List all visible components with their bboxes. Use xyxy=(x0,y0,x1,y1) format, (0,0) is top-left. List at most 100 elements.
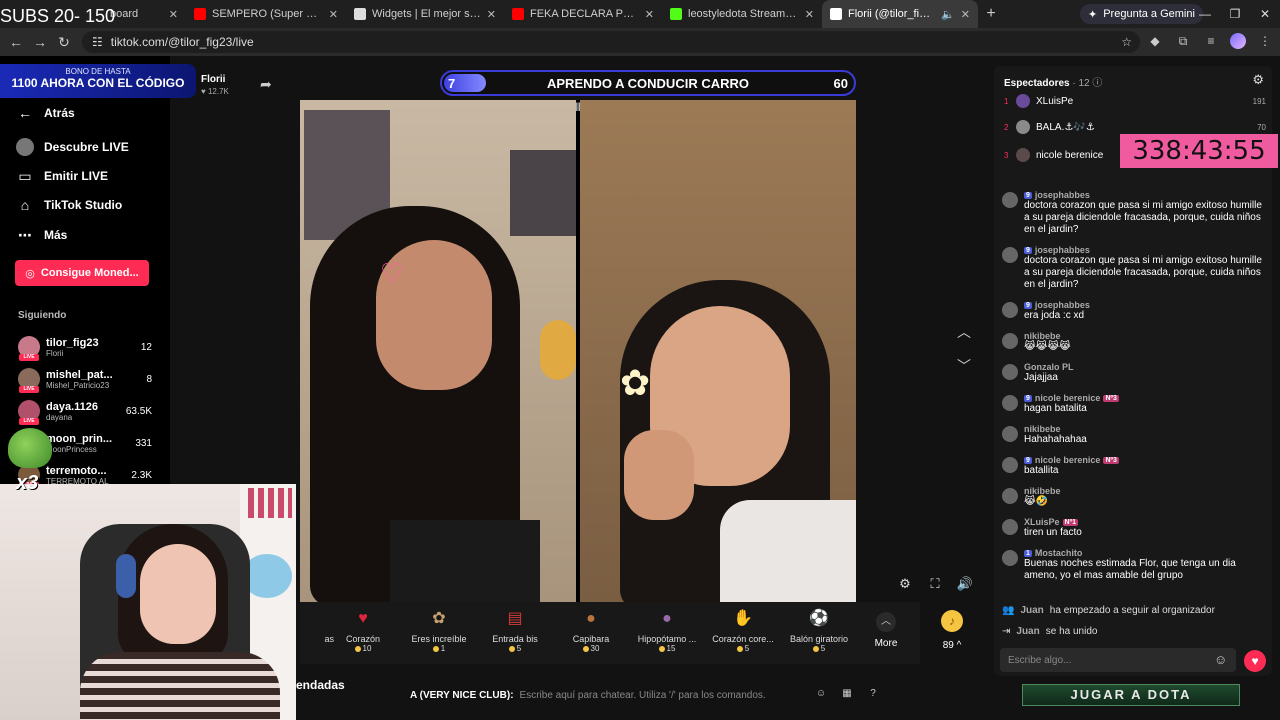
chat-message: 9 josephabbes era joda :c xd xyxy=(1002,300,1264,322)
maximize-icon[interactable]: ❐ xyxy=(1220,0,1250,28)
coin-balance[interactable]: ♪ 89 ^ xyxy=(924,604,980,660)
site-settings-icon[interactable]: ☷ xyxy=(92,35,103,49)
get-coins-button[interactable]: ◎ Consigue Moned... xyxy=(15,260,149,286)
chat-username[interactable]: Gonzalo PL xyxy=(1024,362,1074,372)
close-icon[interactable]: ✕ xyxy=(329,8,338,21)
fullscreen-icon[interactable]: ⛶ xyxy=(926,576,944,594)
chat-username[interactable]: nikibebe xyxy=(1024,424,1061,434)
tab-title: Florii (@tilor_fig23) está xyxy=(848,8,936,20)
chat-username[interactable]: nicole berenice xyxy=(1035,393,1101,403)
settings-icon[interactable]: ⚙ xyxy=(896,576,914,594)
viewer-rank: 2 xyxy=(1004,122,1009,132)
puzzle-icon[interactable]: ⧉ xyxy=(1174,32,1192,50)
sidebar-item-discover-live[interactable]: Descubre LIVE xyxy=(16,138,129,156)
overlay-chat-input[interactable]: A (VERY NICE CLUB): Escribe aquí para ch… xyxy=(410,686,880,704)
mute-icon[interactable]: 🔈 xyxy=(941,8,955,21)
live-video[interactable]: ♡ ⦀ ✿ Mishel_Patricio23 xyxy=(300,100,856,602)
browser-tab[interactable]: Widgets | El mejor software pa ✕ xyxy=(346,0,504,28)
chat-username[interactable]: josephabbes xyxy=(1035,245,1090,255)
following-sub: MoonPrincess xyxy=(46,444,97,454)
sidebar-item-go-live[interactable]: ▭ Emitir LIVE xyxy=(16,167,108,185)
url-input[interactable]: ☷ tiktok.com/@tilor_fig23/live ☆ xyxy=(82,31,1140,53)
chat-username[interactable]: josephabbes xyxy=(1035,300,1090,310)
gear-icon[interactable]: ⚙ xyxy=(1252,72,1264,88)
following-item[interactable]: LIVE tilor_fig23 Florii 12 xyxy=(18,334,152,361)
kebab-menu-icon[interactable]: ⋮ xyxy=(1256,32,1274,50)
like-heart-button[interactable]: ♥ xyxy=(1244,650,1266,672)
info-icon[interactable]: ⓘ xyxy=(1092,78,1102,89)
dota-banner[interactable]: JUGAR A DOTA xyxy=(1022,684,1240,706)
recommended-heading: endadas xyxy=(296,678,345,692)
close-icon[interactable]: ✕ xyxy=(169,8,178,21)
chat-text: 😹😹😹😹 xyxy=(1024,341,1071,352)
sidebar-item-studio[interactable]: ⌂ TikTok Studio xyxy=(16,196,122,214)
chat-username[interactable]: XLuisPe xyxy=(1024,517,1060,527)
volume-icon[interactable]: 🔊 xyxy=(956,576,974,594)
chat-username[interactable]: nikibebe xyxy=(1024,486,1061,496)
back-arrow-icon[interactable]: ← xyxy=(4,30,28,54)
media-icon[interactable]: ≡ xyxy=(1202,32,1220,50)
avatar xyxy=(1016,148,1030,162)
chat-username[interactable]: nikibebe xyxy=(1024,331,1061,341)
browser-tab-active[interactable]: Florii (@tilor_fig23) está 🔈 ✕ xyxy=(822,0,978,28)
avatar xyxy=(1002,550,1018,566)
chat-input[interactable]: Escribe algo... xyxy=(1000,648,1236,672)
browser-tab[interactable]: SEMPERO (Super Slowed) - You ✕ xyxy=(186,0,346,28)
chat-username[interactable]: Mostachito xyxy=(1035,548,1083,558)
system-username[interactable]: Juan xyxy=(1016,626,1039,637)
window-close-icon[interactable]: ✕ xyxy=(1250,0,1280,28)
back-button[interactable]: ← Atrás xyxy=(16,104,75,122)
browser-tab[interactable]: leostyledota Stream - Watch Li ✕ xyxy=(662,0,822,28)
viewer-rank: 1 xyxy=(1004,96,1009,106)
gift-item[interactable]: ⚽ Balón giratorio 5 xyxy=(779,602,859,664)
chat-text: 😹🤣 xyxy=(1024,496,1049,507)
avatar xyxy=(1002,247,1018,263)
more-dots-icon: ⋯ xyxy=(18,226,32,243)
viewer-score: 70 xyxy=(1257,122,1266,132)
close-icon[interactable]: ✕ xyxy=(805,8,814,21)
screen: board ✕ SEMPERO (Super Slowed) - You ✕ W… xyxy=(0,0,1280,720)
gif-icon[interactable]: ▦ xyxy=(840,688,854,702)
close-icon[interactable]: ✕ xyxy=(961,8,970,21)
following-sub: Mishel_Patricio23 xyxy=(46,380,110,390)
system-username[interactable]: Juan xyxy=(1020,605,1043,616)
close-icon[interactable]: ✕ xyxy=(487,8,496,21)
emoji-icon[interactable]: ☺ xyxy=(814,688,828,702)
gift-item[interactable]: ▤ Entrada bis 5 xyxy=(475,602,555,664)
emoji-icon[interactable]: ☺ xyxy=(1214,652,1227,667)
subathon-timer: 338:43:55 xyxy=(1120,134,1278,168)
minimize-icon[interactable]: — xyxy=(1190,0,1220,28)
sidebar-item-label: TikTok Studio xyxy=(44,198,123,212)
gemini-button[interactable]: ✦ Pregunta a Gemini xyxy=(1080,4,1203,24)
following-item[interactable]: LIVE mishel_pat... Mishel_Patricio23 8 xyxy=(18,366,152,393)
bookmark-star-icon[interactable]: ☆ xyxy=(1121,35,1132,49)
forward-arrow-icon[interactable]: → xyxy=(28,30,52,54)
coin-icon xyxy=(582,645,589,652)
gift-item[interactable]: ♥ Corazón 10 xyxy=(323,602,403,664)
chat-username[interactable]: nicole berenice xyxy=(1035,455,1101,465)
following-item[interactable]: LIVE daya.1126 dayana 63.5K xyxy=(18,398,152,425)
chevron-up-icon[interactable]: ︿ xyxy=(954,322,974,342)
gift-item[interactable]: ● Capibara 30 xyxy=(551,602,631,664)
sidebar-item-more[interactable]: ⋯ Más xyxy=(16,226,67,244)
chat-message: nikibebe 😹🤣 xyxy=(1002,486,1264,508)
browser-tab[interactable]: FEKA DECLARA POR VIDEO ✕ xyxy=(504,0,662,28)
coin-icon: ◎ xyxy=(25,267,35,280)
profile-avatar[interactable] xyxy=(1230,33,1246,49)
gift-item[interactable]: ● Hipopótamo ... 15 xyxy=(627,602,707,664)
more-gifts-button[interactable]: ︿ More xyxy=(868,604,904,660)
gift-item[interactable]: ✿ Eres increíble 1 xyxy=(399,602,479,664)
chat-username[interactable]: josephabbes xyxy=(1035,190,1090,200)
chevron-down-icon[interactable]: ﹀ xyxy=(954,356,974,376)
chat-input-placeholder: Escribe algo... xyxy=(1008,654,1072,666)
top-viewer[interactable]: 1 XLuisPe 191 xyxy=(1004,92,1266,110)
gift-price: 15 xyxy=(666,644,676,653)
new-tab-button[interactable]: + xyxy=(978,5,1004,23)
help-icon[interactable]: ? xyxy=(866,688,880,702)
reload-icon[interactable]: ↻ xyxy=(52,30,76,54)
extension-icon[interactable]: ◆ xyxy=(1146,32,1164,50)
close-icon[interactable]: ✕ xyxy=(645,8,654,21)
gift-item[interactable]: ✋ Corazón core... 5 xyxy=(703,602,783,664)
system-text: ha empezado a seguir al organizador xyxy=(1049,604,1215,616)
share-icon[interactable]: ➦ xyxy=(260,76,272,93)
